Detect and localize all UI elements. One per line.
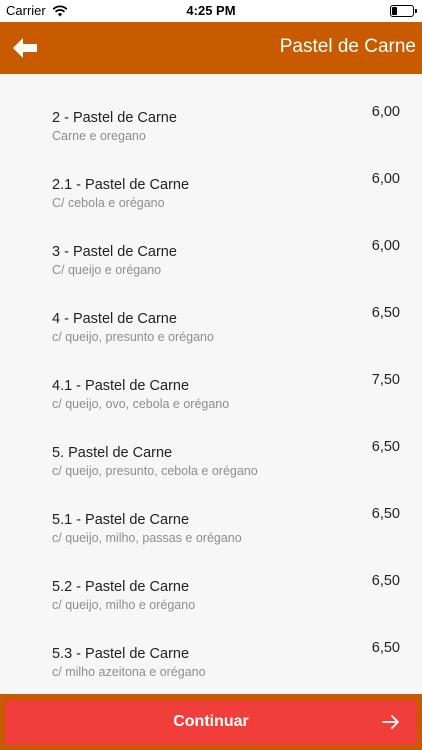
item-price: 6,50 [371, 305, 400, 321]
continue-button[interactable]: Continuar [5, 700, 417, 745]
item-price: 6,00 [371, 238, 400, 254]
page-title: Pastel de Carne [279, 36, 416, 57]
item-name: 5.2 - Pastel de Carne [52, 579, 190, 595]
item-name: 4.1 - Pastel de Carne [52, 378, 190, 394]
item-price: 6,50 [371, 506, 400, 522]
item-price: 7,50 [371, 372, 400, 388]
list-item[interactable]: 5.3 - Pastel de Carne c/ milho azeitona … [0, 610, 422, 679]
item-name: 5. Pastel de Carne [52, 445, 173, 461]
item-description: c/ milho azeitona e orégano [52, 665, 206, 679]
product-list: 2 - Pastel de Carne Carne e oregano 6,00… [0, 74, 422, 694]
back-button[interactable] [10, 34, 40, 62]
navbar: Pastel de Carne [0, 22, 422, 74]
list-item[interactable]: 2 - Pastel de Carne Carne e oregano 6,00 [0, 74, 422, 143]
item-price: 6,00 [371, 171, 400, 187]
item-price: 6,50 [371, 573, 400, 589]
item-price: 6,50 [371, 439, 400, 455]
continue-label: Continuar [173, 713, 249, 730]
battery-icon [390, 5, 417, 17]
item-name: 5.1 - Pastel de Carne [52, 512, 190, 528]
item-name: 2 - Pastel de Carne [52, 110, 177, 126]
list-item[interactable]: 5. Pastel de Carne c/ queijo, presunto, … [0, 409, 422, 478]
item-price: 6,50 [371, 640, 400, 656]
item-name: 5.3 - Pastel de Carne [52, 646, 190, 662]
item-name: 3 - Pastel de Carne [52, 244, 177, 260]
list-item[interactable]: 3 - Pastel de Carne C/ queijo e orégano … [0, 208, 422, 277]
item-price: 6,00 [371, 104, 400, 120]
arrow-left-icon [13, 38, 37, 58]
list-item[interactable]: 5.1 - Pastel de Carne c/ queijo, milho, … [0, 476, 422, 545]
status-bar: Carrier 4:25 PM [0, 0, 422, 22]
list-item[interactable]: 2.1 - Pastel de Carne C/ cebola e orégan… [0, 141, 422, 210]
status-time: 4:25 PM [186, 3, 236, 18]
footer-bar: Continuar [0, 694, 422, 750]
list-item[interactable]: 5.2 - Pastel de Carne c/ queijo, milho e… [0, 543, 422, 612]
arrow-right-icon [382, 715, 399, 729]
list-item[interactable]: 4 - Pastel de Carne c/ queijo, presunto … [0, 275, 422, 344]
item-name: 2.1 - Pastel de Carne [52, 177, 190, 193]
list-item[interactable]: 4.1 - Pastel de Carne c/ queijo, ovo, ce… [0, 342, 422, 411]
battery-level [392, 7, 397, 15]
item-name: 4 - Pastel de Carne [52, 311, 177, 327]
